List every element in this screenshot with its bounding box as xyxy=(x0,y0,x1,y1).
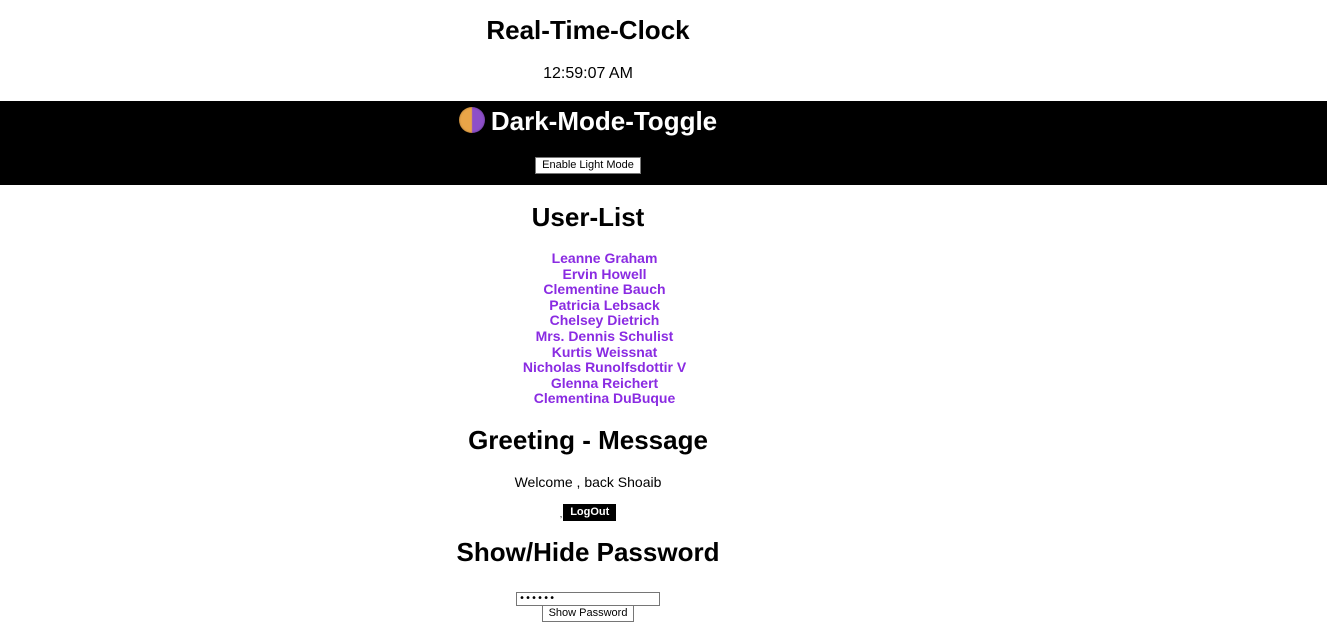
enable-light-mode-button[interactable]: Enable Light Mode xyxy=(535,157,641,174)
dark-mode-toggle-wrapper: Enable Light Mode xyxy=(0,155,1176,174)
show-password-button[interactable]: Show Password xyxy=(541,605,635,622)
user-list-item[interactable]: Ervin Howell xyxy=(0,266,1209,283)
clock-time: 12:59:07 AM xyxy=(543,65,633,82)
greeting-prefix: , xyxy=(559,509,563,519)
user-list-title: User-List xyxy=(531,202,645,232)
user-list-item[interactable]: Clementine Bauch xyxy=(0,282,1209,298)
user-list-item[interactable]: Clementina DuBuque xyxy=(0,391,1209,407)
dark-mode-title-text: Dark-Mode-Toggle xyxy=(490,106,718,136)
dark-mode-title: Dark-Mode-Toggle xyxy=(0,106,1176,136)
greeting-message: Welcome , back Shoaib xyxy=(514,474,662,490)
user-list-item[interactable]: Glenna Reichert xyxy=(0,375,1209,392)
user-list: Leanne Graham Ervin Howell Clementine Bauc… xyxy=(0,250,1209,407)
password-button-wrapper: Show Password xyxy=(0,603,1176,622)
user-list-item[interactable]: Patricia Lebsack xyxy=(0,297,1209,314)
user-list-item[interactable]: Nicholas Runolfsdottir V xyxy=(0,360,1209,376)
user-list-item[interactable]: Leanne Graham xyxy=(0,250,1209,267)
user-list-item[interactable]: Chelsey Dietrich xyxy=(0,313,1209,329)
user-list-item[interactable]: Mrs. Dennis Schulist xyxy=(0,328,1209,345)
greeting-title: Greeting - Message xyxy=(468,425,708,455)
moon-icon xyxy=(458,107,485,133)
logout-button[interactable]: LogOut xyxy=(563,504,617,521)
password-title: Show/Hide Password xyxy=(456,537,720,567)
clock-title: Real-Time-Clock xyxy=(486,15,690,45)
user-list-item[interactable]: Kurtis Weissnat xyxy=(0,344,1209,361)
logout-wrapper: , LogOut xyxy=(0,504,1176,521)
